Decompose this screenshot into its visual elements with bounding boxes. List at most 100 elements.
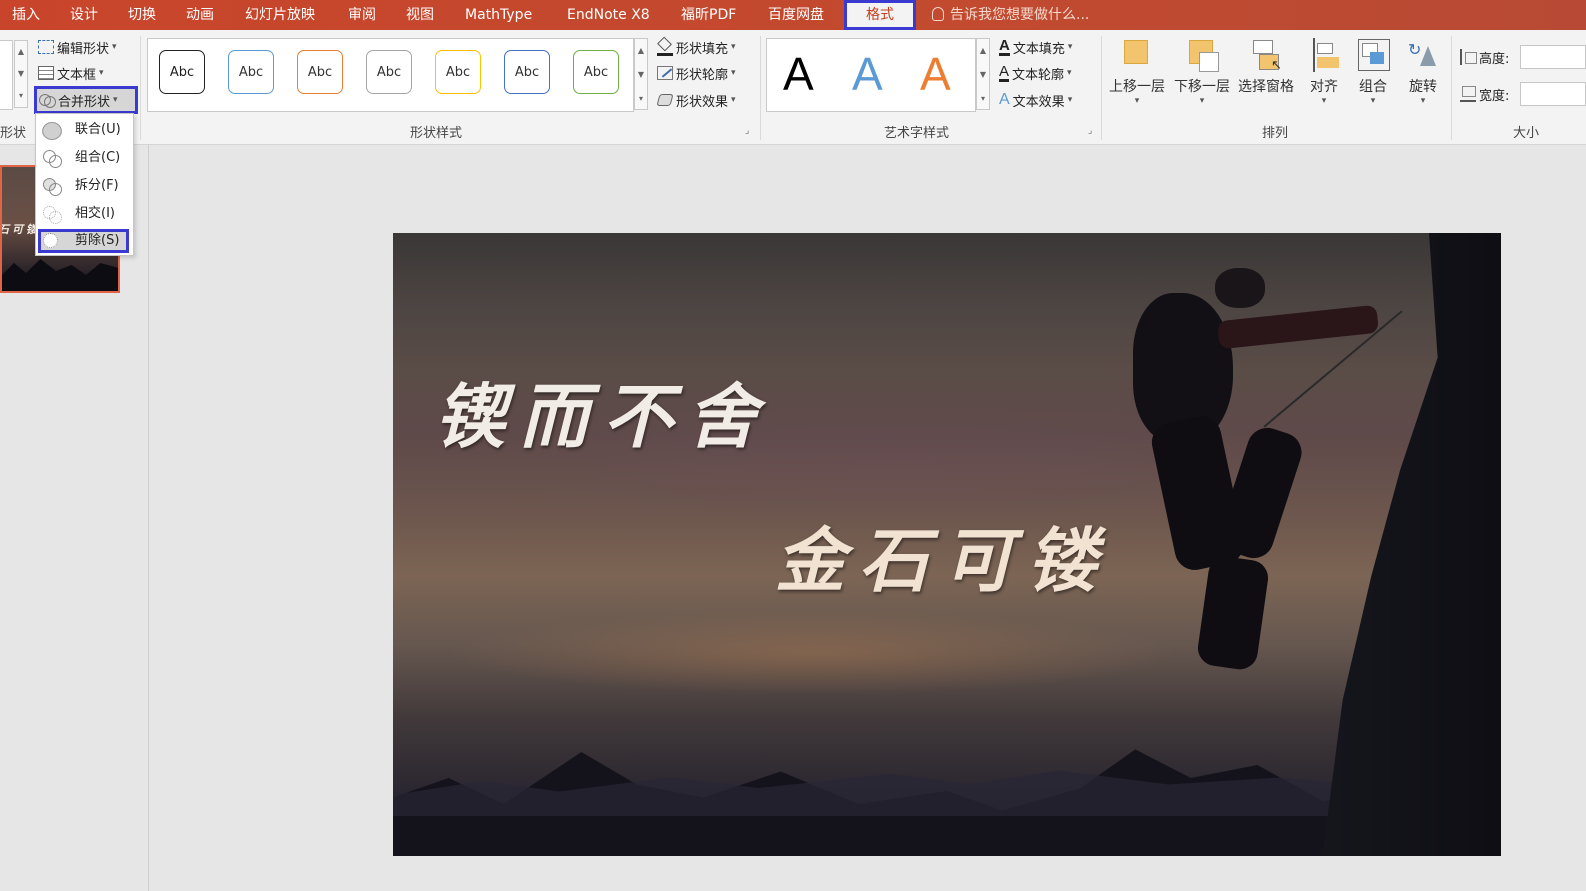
wordart-style-black[interactable]: A: [783, 48, 814, 100]
paint-bucket-icon: [657, 36, 673, 56]
union-icon: [42, 122, 62, 140]
shape-style-6[interactable]: Abc: [504, 50, 550, 94]
tab-transitions[interactable]: 切换: [128, 0, 156, 30]
group-label-shapes: 形状: [0, 126, 27, 141]
climber-silhouette: [1123, 258, 1423, 678]
height-field-label: 高度:: [1460, 48, 1510, 67]
dialog-launcher-icon[interactable]: ⌟: [745, 126, 749, 136]
shape-effects-button[interactable]: 形状效果 ▾: [656, 91, 736, 110]
chevron-down-icon: ▾: [731, 68, 736, 78]
wordart-scroll[interactable]: ▲ ▼ ▾: [976, 38, 990, 110]
tab-baidu-netdisk[interactable]: 百度网盘: [768, 0, 824, 30]
slide-canvas[interactable]: 锲而不舍 金石可镂: [393, 233, 1501, 856]
chevron-down-icon: ▾: [1134, 96, 1140, 106]
chevron-down-icon: ▾: [1067, 68, 1072, 78]
intersect-icon: [43, 206, 62, 224]
text-effects-icon: A: [999, 91, 1010, 108]
shape-outline-label: 形状轮廓: [676, 67, 729, 83]
gallery-scroll[interactable]: ▲ ▼ ▾: [14, 40, 28, 108]
height-label: 高度:: [1479, 51, 1510, 67]
pen-icon: [657, 66, 673, 80]
shape-style-2[interactable]: Abc: [228, 50, 274, 94]
chevron-down-icon: ▾: [1067, 95, 1073, 105]
send-backward-button[interactable]: 下移一层 ▾: [1172, 38, 1232, 118]
text-effects-label: 文本效果: [1012, 94, 1065, 110]
chevron-down-icon: ▾: [112, 42, 117, 52]
shape-style-scroll[interactable]: ▲ ▼ ▾: [634, 38, 648, 110]
group-label-size: 大小: [1513, 126, 1540, 141]
tab-mathtype[interactable]: MathType: [465, 0, 532, 30]
tab-view[interactable]: 视图: [406, 0, 434, 30]
shape-fill-button[interactable]: 形状填充 ▾: [657, 36, 736, 57]
tab-review[interactable]: 审阅: [348, 0, 376, 30]
tell-me-placeholder: 告诉我您想要做什么...: [950, 7, 1090, 23]
menu-item-union[interactable]: 联合(U): [38, 118, 129, 142]
shape-fill-label: 形状填充: [676, 41, 729, 57]
shape-style-1[interactable]: Abc: [159, 50, 205, 94]
wordart-style-orange[interactable]: A: [920, 48, 951, 100]
send-backward-icon: [1185, 38, 1219, 72]
dialog-launcher-icon[interactable]: ⌟: [1088, 126, 1092, 136]
lightbulb-icon: [932, 7, 944, 21]
chevron-down-icon: ▾: [731, 95, 736, 105]
menu-item-intersect[interactable]: 相交(I): [38, 202, 129, 226]
text-effects-button[interactable]: A 文本效果 ▾: [999, 91, 1073, 110]
text-fill-label: 文本填充: [1012, 41, 1065, 57]
width-label: 宽度:: [1479, 88, 1510, 104]
edit-shape-button[interactable]: 编辑形状 ▾: [38, 38, 117, 57]
menu-item-fragment[interactable]: 拆分(F): [38, 174, 129, 198]
tab-format[interactable]: 格式: [844, 0, 916, 30]
bring-forward-button[interactable]: 上移一层 ▾: [1107, 38, 1167, 118]
chevron-down-icon: ▾: [731, 42, 736, 52]
tell-me-box[interactable]: 告诉我您想要做什么...: [932, 0, 1089, 30]
rotate-icon: ↻: [1406, 38, 1440, 72]
shape-style-3[interactable]: Abc: [297, 50, 343, 94]
chevron-down-icon: ▾: [1067, 42, 1073, 52]
bring-forward-icon: [1120, 38, 1154, 72]
slide-title-line1[interactable]: 锲而不舍: [435, 361, 771, 462]
shape-style-7[interactable]: Abc: [573, 50, 619, 94]
tab-design[interactable]: 设计: [70, 0, 98, 30]
tab-foxit-pdf[interactable]: 福昕PDF: [681, 0, 736, 30]
slide-title-line2[interactable]: 金石可镂: [775, 505, 1111, 606]
merge-shapes-icon: [39, 93, 56, 108]
merge-shapes-button[interactable]: 合并形状 ▾: [34, 86, 138, 114]
send-backward-label: 下移一层: [1174, 79, 1230, 95]
shape-effects-icon: [656, 93, 674, 107]
group-separator: [760, 36, 761, 140]
shape-gallery-partial[interactable]: [0, 40, 13, 110]
rotate-button[interactable]: ↻ 旋转 ▾: [1393, 38, 1453, 118]
subtract-icon: [43, 233, 61, 249]
shape-style-5[interactable]: Abc: [435, 50, 481, 94]
text-fill-button[interactable]: A 文本填充 ▾: [999, 37, 1073, 57]
tab-slideshow[interactable]: 幻灯片放映: [245, 0, 315, 30]
shape-style-4[interactable]: Abc: [366, 50, 412, 94]
width-icon: [1460, 86, 1476, 102]
tab-endnote[interactable]: EndNote X8: [567, 0, 650, 30]
text-box-label: 文本框: [57, 67, 97, 83]
group-separator: [1101, 36, 1102, 140]
tab-insert[interactable]: 插入: [12, 0, 40, 30]
height-icon: [1460, 49, 1477, 65]
rotate-label: 旋转: [1409, 79, 1437, 95]
chevron-down-icon: ▾: [1420, 96, 1426, 106]
text-outline-label: 文本轮廓: [1012, 67, 1065, 83]
text-box-icon: [38, 66, 54, 80]
selection-pane-icon: ↖: [1249, 38, 1283, 73]
menu-item-combine[interactable]: 组合(C): [38, 146, 129, 170]
align-icon: [1307, 38, 1341, 72]
selection-pane-button[interactable]: ↖ 选择窗格: [1236, 38, 1296, 118]
text-fill-icon: A: [999, 37, 1010, 56]
height-input[interactable]: [1520, 45, 1586, 69]
text-outline-button[interactable]: A 文本轮廓 ▾: [999, 64, 1072, 83]
tab-animations[interactable]: 动画: [186, 0, 214, 30]
group-label-arrange: 排列: [1262, 126, 1289, 141]
group-label-shape-styles: 形状样式: [410, 126, 463, 141]
text-box-button[interactable]: 文本框 ▾: [38, 64, 104, 83]
menu-item-subtract[interactable]: 剪除(S): [38, 229, 129, 253]
selection-pane-label: 选择窗格: [1238, 79, 1294, 95]
shape-outline-button[interactable]: 形状轮廓 ▾: [657, 64, 736, 83]
fragment-icon: [43, 178, 62, 196]
wordart-style-blue[interactable]: A: [852, 48, 883, 100]
width-input[interactable]: [1520, 82, 1586, 106]
